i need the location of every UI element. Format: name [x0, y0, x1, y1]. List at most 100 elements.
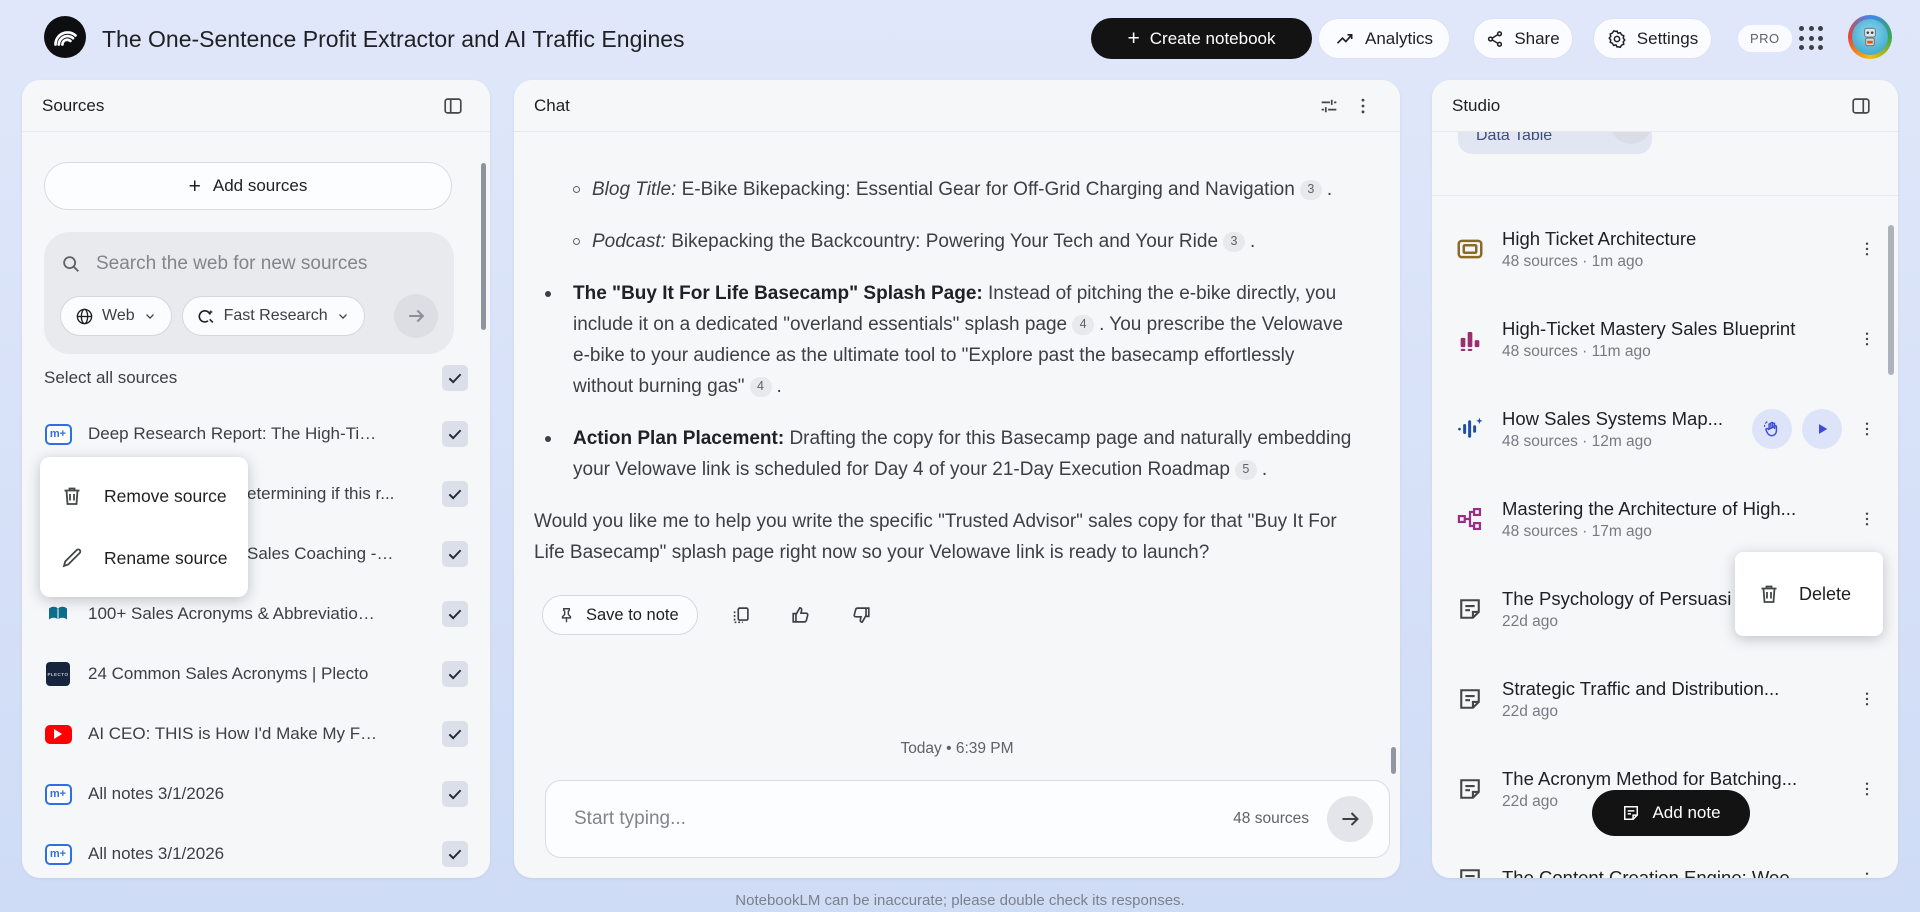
list-item: Blog Title: E-Bike Bikepacking: Essentia… — [534, 174, 1359, 205]
pro-badge: PRO — [1738, 25, 1792, 52]
studio-item-meta: 48 sources · 17m ago — [1502, 522, 1652, 540]
source-checkbox[interactable] — [442, 421, 468, 447]
chat-input[interactable] — [574, 808, 1234, 830]
source-checkbox[interactable] — [442, 541, 468, 567]
web-filter-dropdown[interactable]: Web — [60, 296, 172, 336]
chevron-down-icon — [145, 314, 154, 319]
studio-item-meta: 48 sources · 12m ago — [1502, 432, 1652, 450]
search-submit-button[interactable] — [394, 294, 438, 338]
bar-chart-icon — [1454, 325, 1486, 353]
studio-item-title: The Acronym Method for Batching... — [1502, 767, 1798, 789]
source-checkbox[interactable] — [442, 601, 468, 627]
citation-chip[interactable]: 3 — [1223, 231, 1246, 252]
citation-chip[interactable]: 4 — [749, 376, 772, 397]
item-more-menu-icon[interactable] — [1850, 322, 1884, 356]
studio-panel: Studio Data Table High Ticket Architectu… — [1432, 80, 1898, 878]
arrow-right-icon — [409, 309, 425, 323]
note-icon — [1454, 685, 1486, 713]
share-button[interactable]: Share — [1473, 18, 1573, 59]
source-checkbox[interactable] — [442, 481, 468, 507]
studio-item[interactable]: High-Ticket Mastery Sales Blueprint 48 so… — [1446, 294, 1886, 384]
source-checkbox[interactable] — [442, 661, 468, 687]
interactive-mode-button[interactable] — [1752, 409, 1792, 449]
share-icon — [1488, 30, 1503, 47]
source-row[interactable]: m+ All notes 3/1/2026 — [22, 824, 490, 878]
source-checkbox[interactable] — [442, 721, 468, 747]
copy-icon[interactable] — [724, 598, 758, 632]
remove-source-menu-item[interactable]: Remove source — [40, 465, 248, 527]
play-icon — [1819, 424, 1828, 434]
analytics-button[interactable]: Analytics — [1318, 18, 1450, 59]
item-more-menu-icon[interactable] — [1850, 502, 1884, 536]
item-more-menu-icon[interactable] — [1850, 682, 1884, 716]
source-checkbox[interactable] — [442, 841, 468, 867]
select-all-label: Select all sources — [44, 368, 178, 387]
chat-message-area: Blog Title: E-Bike Bikepacking: Essentia… — [514, 132, 1400, 878]
delete-label: Delete — [1799, 583, 1852, 604]
citation-chip[interactable]: 4 — [1072, 314, 1095, 335]
chevron-down-icon — [338, 314, 347, 319]
item-more-menu-icon[interactable] — [1850, 862, 1884, 878]
hand-wave-icon — [1763, 421, 1778, 437]
sources-scrollbar[interactable] — [481, 163, 486, 330]
sources-panel: Sources + Add sources Web Fast Research — [22, 80, 490, 878]
note-icon — [1454, 865, 1486, 878]
plecto-favicon: PLECTO — [44, 662, 72, 686]
thumbs-down-icon[interactable] — [844, 598, 878, 632]
create-notebook-button[interactable]: + Create notebook — [1091, 18, 1312, 59]
studio-item[interactable]: High Ticket Architecture 48 sources · 1m … — [1446, 204, 1886, 294]
notebooklm-note-icon: m+ — [44, 783, 72, 805]
studio-item-title: The Content Creation Engine: Wee... — [1502, 866, 1806, 879]
item-more-menu-icon[interactable] — [1850, 412, 1884, 446]
source-label: 24 Common Sales Acronyms | Plecto — [88, 664, 369, 683]
gear-icon — [1608, 29, 1626, 48]
add-note-button[interactable]: Add note — [1592, 790, 1750, 836]
source-row[interactable]: m+ Deep Research Report: The High-Tick..… — [22, 404, 490, 464]
search-input[interactable] — [96, 253, 438, 275]
chat-settings-icon[interactable] — [1312, 89, 1346, 123]
item-more-menu-icon[interactable] — [1850, 772, 1884, 806]
citation-chip[interactable]: 5 — [1234, 459, 1257, 480]
delete-menu-item[interactable]: Delete — [1735, 552, 1883, 636]
select-all-checkbox[interactable] — [442, 365, 468, 391]
plus-icon: + — [1127, 27, 1140, 50]
source-label: etermining if this r... — [247, 484, 395, 503]
studio-item[interactable]: Mastering the Architecture of High... 48 … — [1446, 474, 1886, 564]
note-icon — [1454, 775, 1486, 803]
source-row[interactable]: m+ All notes 3/1/2026 — [22, 764, 490, 824]
citation-chip[interactable]: 3 — [1299, 179, 1322, 200]
save-to-note-button[interactable]: Save to note — [542, 595, 698, 635]
rename-source-menu-item[interactable]: Rename source — [40, 527, 248, 589]
flashcards-icon — [1454, 234, 1486, 264]
apps-grid-icon[interactable] — [1799, 26, 1823, 50]
thumbs-up-icon[interactable] — [784, 598, 818, 632]
settings-button[interactable]: Settings — [1593, 18, 1712, 59]
trash-icon — [1761, 585, 1777, 603]
note-icon — [1624, 806, 1639, 820]
source-row[interactable]: AI CEO: THIS is How I'd Make My First ..… — [22, 704, 490, 764]
avatar[interactable] — [1848, 15, 1892, 59]
sources-panel-title: Sources — [42, 95, 105, 115]
studio-item[interactable]: The Content Creation Engine: Wee... — [1446, 834, 1886, 878]
notebooklm-logo[interactable] — [44, 16, 86, 58]
chat-more-menu-icon[interactable] — [1346, 89, 1380, 123]
collapse-panel-icon[interactable] — [436, 89, 470, 123]
studio-item[interactable]: How Sales Systems Map... 48 sources · 12m… — [1446, 384, 1886, 474]
item-more-menu-icon[interactable] — [1850, 232, 1884, 266]
research-mode-dropdown[interactable]: Fast Research — [181, 296, 365, 336]
chat-scrollbar[interactable] — [1391, 747, 1396, 774]
notebooklm-note-icon: m+ — [44, 843, 72, 865]
source-checkbox[interactable] — [442, 781, 468, 807]
source-row[interactable]: PLECTO 24 Common Sales Acronyms | Plecto — [22, 644, 490, 704]
notebook-title[interactable]: The One-Sentence Profit Extractor and AI… — [102, 26, 685, 53]
collapse-panel-icon[interactable] — [1844, 89, 1878, 123]
chat-input-box: 48 sources — [545, 780, 1390, 858]
studio-item[interactable]: Strategic Traffic and Distribution... 22d… — [1446, 654, 1886, 744]
add-note-label: Add note — [1652, 803, 1721, 822]
share-label: Share — [1514, 28, 1560, 48]
play-button[interactable] — [1802, 409, 1842, 449]
send-button[interactable] — [1327, 796, 1373, 842]
add-sources-button[interactable]: + Add sources — [44, 162, 452, 210]
studio-scrollbar[interactable] — [1888, 225, 1894, 375]
chat-panel: Chat Blog Title: E-Bike Bikepacking: Ess… — [514, 80, 1400, 878]
